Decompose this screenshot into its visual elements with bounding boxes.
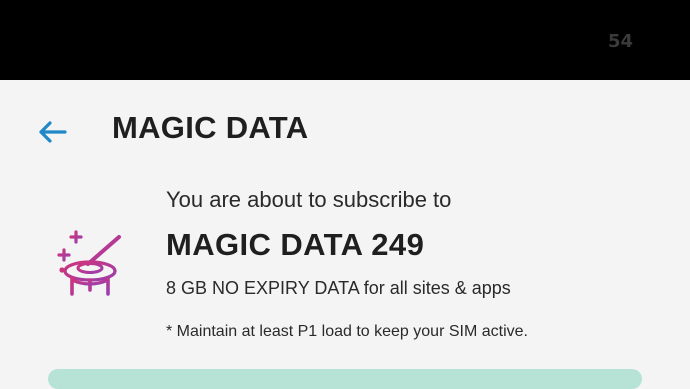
magic-wand-hat-icon (52, 230, 124, 300)
app-bar: MAGIC DATA (0, 80, 690, 180)
back-button[interactable] (34, 114, 70, 150)
plan-name: MAGIC DATA 249 (166, 227, 425, 262)
subscribe-subtitle: You are about to subscribe to (166, 187, 452, 212)
status-number: 54 (607, 31, 633, 52)
arrow-left-icon (39, 121, 67, 143)
status-bar: 54 (0, 0, 690, 80)
page-title: MAGIC DATA (112, 110, 309, 145)
plan-description: 8 GB NO EXPIRY DATA for all sites & apps (166, 278, 511, 298)
confirm-button[interactable] (48, 369, 642, 389)
plan-note: * Maintain at least P1 load to keep your… (166, 323, 528, 340)
